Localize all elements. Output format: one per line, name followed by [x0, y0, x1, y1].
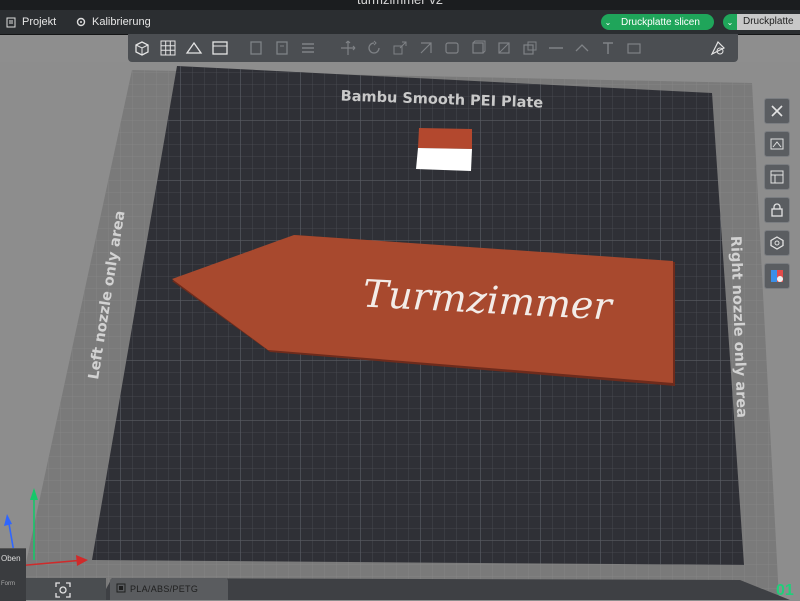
print-plate-button[interactable]: ⌄ Druckplatte	[723, 14, 800, 30]
window-title: turmzimmer v2	[0, 0, 800, 8]
build-plate-scene: Bambu Smooth PEI Plate Left nozzle only …	[0, 62, 800, 600]
boolean-icon[interactable]	[520, 38, 540, 58]
slice-plate-button[interactable]: ⌄ Druckplatte slicen	[601, 14, 714, 30]
add-object-icon[interactable]	[132, 38, 152, 58]
status-number: 01	[776, 582, 794, 599]
seam-paint-icon[interactable]	[468, 38, 488, 58]
list-icon[interactable]	[298, 38, 318, 58]
chevron-down-icon[interactable]: ⌄	[723, 15, 737, 29]
object-color-icon[interactable]	[764, 263, 790, 289]
filament-types-label: PLA/ABS/PETG	[130, 584, 199, 594]
menu-bar: Projekt Kalibrierung ⌄ Druckplatte slice…	[0, 10, 800, 35]
lock-icon[interactable]	[764, 197, 790, 223]
cut-icon[interactable]	[416, 38, 436, 58]
top-toolbar	[128, 34, 738, 62]
orient-icon[interactable]	[184, 38, 204, 58]
swatch-top	[418, 128, 472, 149]
paste-icon[interactable]	[272, 38, 292, 58]
copy-icon[interactable]	[246, 38, 266, 58]
move-icon[interactable]	[338, 38, 358, 58]
svg-icon[interactable]	[624, 38, 644, 58]
plate-filament-panel[interactable]: PLA/ABS/PETG	[110, 578, 228, 600]
close-icon[interactable]	[764, 98, 790, 124]
arrange-grid-icon[interactable]	[158, 38, 178, 58]
assembly-icon[interactable]	[572, 38, 592, 58]
settings-icon[interactable]	[708, 38, 728, 58]
auto-orient-icon[interactable]	[764, 131, 790, 157]
swatch-bottom	[416, 148, 472, 171]
text-icon[interactable]	[598, 38, 618, 58]
calibration-menu-label: Kalibrierung	[92, 16, 151, 28]
scale-icon[interactable]	[390, 38, 410, 58]
color-swatch-object[interactable]	[416, 128, 472, 171]
project-menu-label: Projekt	[22, 16, 57, 28]
chevron-down-icon[interactable]: ⌄	[601, 15, 615, 29]
plate-settings-icon[interactable]	[764, 230, 790, 256]
camera-icon[interactable]	[52, 580, 74, 600]
title-bar: turmzimmer v2	[0, 0, 800, 10]
support-paint-icon[interactable]	[442, 38, 462, 58]
rotate-icon[interactable]	[364, 38, 384, 58]
document-icon	[6, 17, 16, 28]
calibration-menu[interactable]: Kalibrierung	[76, 14, 151, 30]
project-menu[interactable]: Projekt	[6, 14, 56, 30]
view-shape-label: Form	[1, 581, 15, 587]
calibration-icon	[76, 17, 86, 27]
arrange-plate-icon[interactable]	[764, 164, 790, 190]
color-paint-icon[interactable]	[494, 38, 514, 58]
right-toolbar	[764, 98, 792, 296]
plate-type-icon	[116, 583, 126, 595]
view-direction-label[interactable]: Oben	[0, 554, 21, 563]
slice-plate-label: Druckplatte slicen	[621, 16, 700, 28]
print-plate-label: Druckplatte	[737, 14, 800, 30]
3d-viewport[interactable]: Bambu Smooth PEI Plate Left nozzle only …	[0, 62, 800, 600]
measure-icon[interactable]	[546, 38, 566, 58]
layout-icon[interactable]	[210, 38, 230, 58]
